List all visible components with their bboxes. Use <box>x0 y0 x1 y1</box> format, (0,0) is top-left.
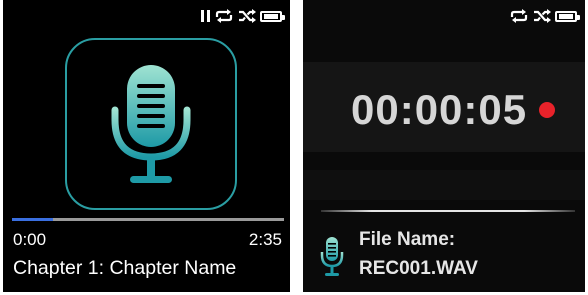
repeat-icon <box>215 9 233 23</box>
album-art <box>65 38 237 210</box>
elapsed-time: 0:00 <box>13 230 47 249</box>
pause-icon <box>201 10 210 22</box>
track-title: Chapter 1: Chapter Name <box>13 257 237 279</box>
seek-bar[interactable] <box>12 218 284 221</box>
divider <box>321 210 575 212</box>
recording-indicator-icon <box>539 102 556 118</box>
shuffle-icon <box>534 9 551 23</box>
microphone-icon <box>320 237 344 276</box>
seek-bar-played <box>12 218 53 221</box>
recorder-screen: 00:00:05 File Name: REC001.WAV <box>303 0 585 292</box>
file-name-value: REC001.WAV <box>359 258 478 279</box>
microphone-icon <box>111 65 191 183</box>
total-time: 2:35 <box>248 230 282 249</box>
player-screen: 0:00 2:35 Chapter 1: Chapter Name <box>3 0 290 292</box>
repeat-icon <box>510 9 528 23</box>
player-status-bar <box>201 9 285 23</box>
recording-timer: 00:00:05 <box>351 86 528 133</box>
file-name-label: File Name: <box>359 229 456 250</box>
recording-timer-row: 00:00:05 <box>351 86 556 134</box>
shuffle-icon <box>239 9 256 23</box>
battery-icon <box>555 10 580 22</box>
battery-icon <box>260 10 285 22</box>
recorder-status-bar <box>509 9 580 23</box>
